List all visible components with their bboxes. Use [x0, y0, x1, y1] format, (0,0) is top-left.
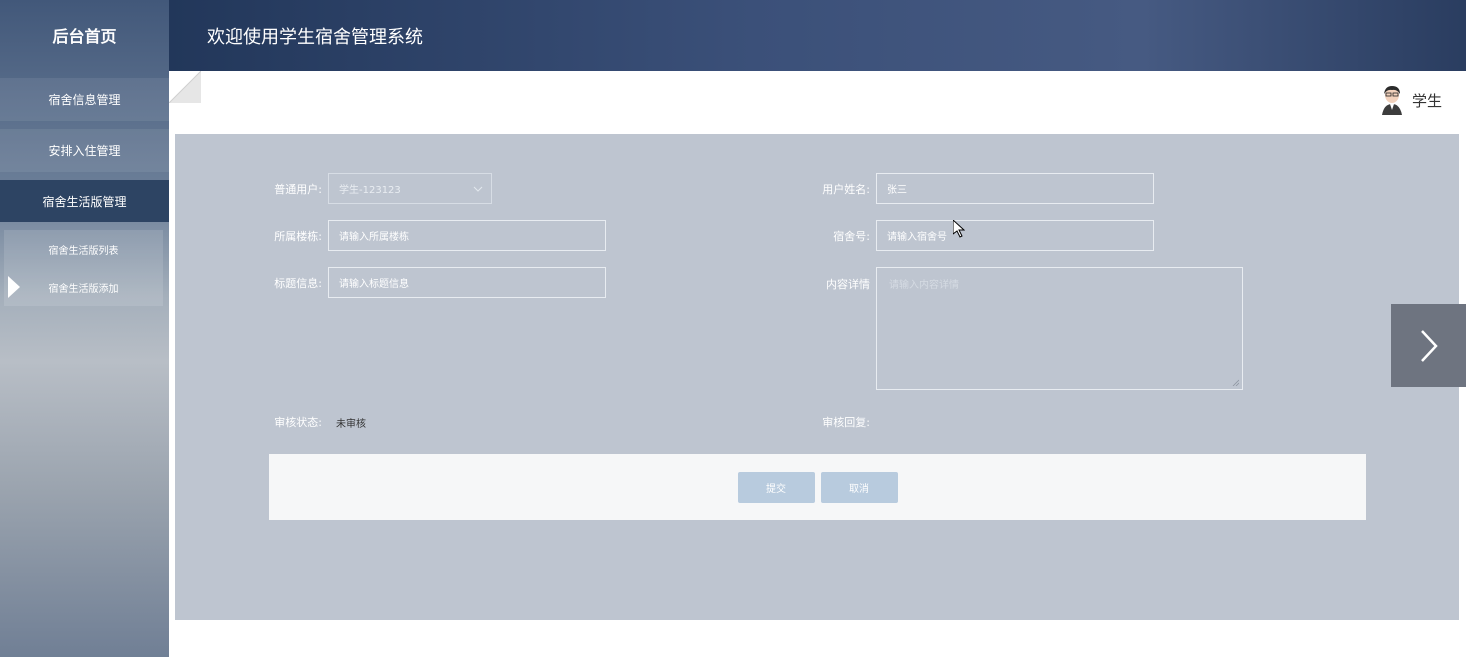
title-input[interactable]: 请输入标题信息: [328, 267, 606, 298]
status-value: 未审核: [336, 418, 366, 430]
avatar: [1381, 86, 1402, 115]
cancel-button[interactable]: 取消: [820, 471, 898, 503]
user-name: 学生: [1411, 91, 1442, 110]
name-label: 用户姓名:: [822, 182, 870, 196]
page-title: 欢迎使用学生宿舍管理系统: [207, 26, 423, 48]
reply-label: 审核回复:: [822, 416, 870, 429]
top-header: 欢迎使用学生宿舍管理系统: [169, 0, 1466, 71]
sidebar-submenu: 宿舍生活版列表 宿舍生活版添加: [4, 230, 163, 306]
name-input-value: 张三: [887, 185, 907, 196]
title-input-placeholder: 请输入标题信息: [339, 279, 409, 290]
chevron-right-icon: [1420, 329, 1438, 362]
room-input[interactable]: 请输入宿舍号: [876, 220, 1154, 251]
user-label: 普通用户:: [274, 182, 322, 196]
sidebar-subitem-list[interactable]: 宿舍生活版列表: [4, 230, 163, 268]
form-actions: 提交 取消: [269, 454, 1366, 520]
user-menu[interactable]: 学生: [1380, 85, 1442, 115]
user-select-value: 学生-123123: [339, 185, 401, 196]
content-textarea-placeholder: 请输入内容详情: [889, 280, 959, 291]
sidebar-item-dorm-life[interactable]: 宿舍生活版管理: [0, 180, 169, 222]
sidebar: 后台首页 宿舍信息管理 安排入住管理 宿舍生活版管理 宿舍生活版列表 宿舍生活版…: [0, 0, 169, 657]
sidebar-item-dorm-info[interactable]: 宿舍信息管理: [0, 78, 169, 121]
sub-header: 学生: [169, 71, 1466, 134]
content-textarea[interactable]: 请输入内容详情: [876, 267, 1243, 390]
sidebar-brand-home[interactable]: 后台首页: [0, 0, 169, 70]
user-select[interactable]: 学生-123123: [328, 173, 492, 204]
chevron-down-icon: [473, 186, 483, 192]
sidebar-item-checkin[interactable]: 安排入住管理: [0, 129, 169, 172]
submit-button[interactable]: 提交: [737, 471, 815, 503]
resize-grip-icon[interactable]: [1232, 379, 1239, 386]
sidebar-subitem-add[interactable]: 宿舍生活版添加: [4, 268, 163, 306]
form-panel: 普通用户: 学生-123123 用户姓名: 张三 所属楼栋: 请输入所属楼栋 宿…: [175, 134, 1459, 620]
mouse-cursor-icon: [953, 220, 965, 238]
building-input-placeholder: 请输入所属楼栋: [339, 232, 409, 243]
collapse-toggle-icon[interactable]: [169, 71, 201, 103]
building-input[interactable]: 请输入所属楼栋: [328, 220, 606, 251]
name-input[interactable]: 张三: [876, 173, 1154, 204]
status-label: 审核状态:: [274, 416, 322, 429]
room-label: 宿舍号:: [833, 229, 870, 243]
content-label: 内容详情: [826, 278, 870, 291]
room-input-placeholder: 请输入宿舍号: [887, 232, 947, 243]
building-label: 所属楼栋:: [274, 229, 322, 243]
title-label: 标题信息:: [274, 276, 322, 290]
next-page-button[interactable]: [1391, 304, 1466, 387]
